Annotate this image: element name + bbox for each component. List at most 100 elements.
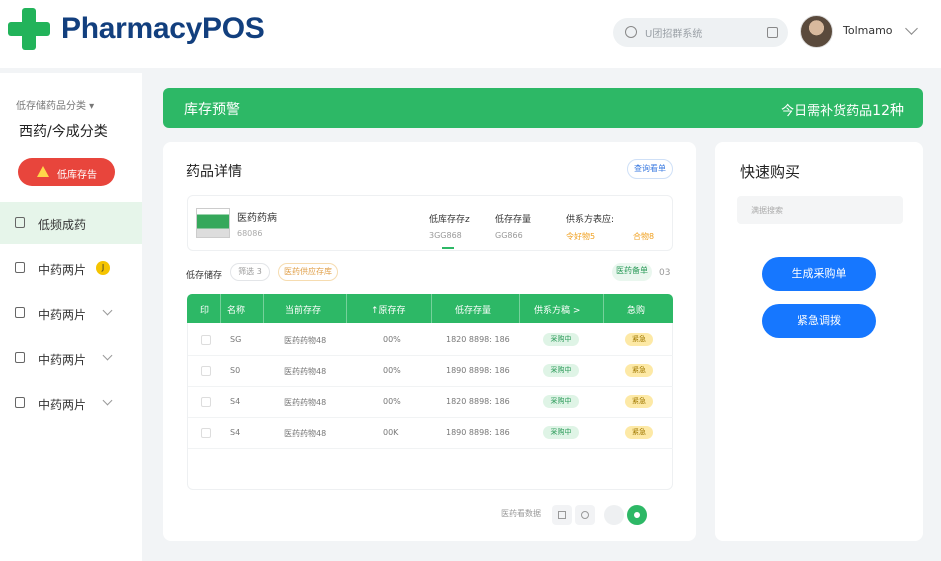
sidebar-item-label: 中药两片 xyxy=(38,398,87,412)
table-row[interactable]: S4 医药药物48 00% 1820 8898: 186 采购中 紧急 xyxy=(188,387,673,418)
filter-label: 低存储存 xyxy=(186,271,223,281)
restock-summary: 今日需补货药品12种 xyxy=(781,103,904,119)
search-placeholder[interactable]: U团招群系统 xyxy=(645,25,702,40)
table-row[interactable]: S0 医药药物48 00% 1890 8898: 186 采购中 紧急 xyxy=(188,356,673,387)
supplier-tag: 采购中 xyxy=(543,426,579,439)
notification-badge: J xyxy=(96,261,110,275)
next-page-button[interactable] xyxy=(650,505,670,525)
list-view-button[interactable] xyxy=(552,505,572,525)
row-checkbox[interactable] xyxy=(201,366,211,376)
emergency-transfer-button[interactable]: 紧急调拨 xyxy=(762,304,876,338)
clear-icon[interactable] xyxy=(767,27,778,38)
cell-current: 医药药物48 xyxy=(284,367,327,376)
calendar-icon xyxy=(15,217,25,228)
filter-count: 03 xyxy=(659,268,671,278)
urgent-tag: 紧急 xyxy=(625,364,653,377)
row-checkbox[interactable] xyxy=(201,428,211,438)
user-name[interactable]: Tolmamo xyxy=(843,24,893,37)
detail-col-value: 合物8 xyxy=(633,232,655,241)
cell-current: 医药药物48 xyxy=(284,429,327,438)
urgent-tag: 紧急 xyxy=(625,395,653,408)
detail-col-value: 令好物5 xyxy=(566,232,596,241)
create-purchase-order-button[interactable]: 生成采购单 xyxy=(762,257,876,291)
cell-low: 1820 8898: 186 xyxy=(446,335,510,344)
urgent-tag: 紧急 xyxy=(625,426,653,439)
cell-original: 00% xyxy=(383,335,401,344)
column-header[interactable]: 急购 xyxy=(627,303,645,316)
quick-purchase-title: 快速购买 xyxy=(740,163,801,181)
sidebar-item-5[interactable]: 中药两片 xyxy=(0,382,142,424)
column-header[interactable]: ↑原存存 xyxy=(371,303,406,316)
table-row[interactable]: SG 医药药物48 00% 1820 8898: 186 采购中 紧急 xyxy=(188,325,673,356)
supplier-tag: 采购中 xyxy=(543,333,579,346)
detail-col-head: 供系方表应: xyxy=(566,215,615,225)
list-icon xyxy=(15,397,25,408)
current-page-dot[interactable] xyxy=(627,505,647,525)
column-header[interactable]: 当前存存 xyxy=(285,303,321,316)
column-header[interactable]: 供系方稿 > xyxy=(534,303,580,316)
quick-purchase-card: 快速购买 满据搜索 生成采购单 紧急调拨 xyxy=(715,142,923,541)
detail-col-value: 3GG868 xyxy=(429,231,462,240)
drug-details-card: 药品详情 查询看单 医药药病 68086 低库存存z 3GG868 低存存量 G… xyxy=(163,142,696,541)
detail-col-head: 低库存存z xyxy=(429,215,470,225)
filter-pill[interactable]: 医药供应存库 xyxy=(278,263,338,281)
prev-page-button[interactable] xyxy=(604,505,624,525)
alert-button-label: 低库存告 xyxy=(57,170,97,181)
chevron-down-icon xyxy=(102,350,113,361)
chevron-down-icon[interactable] xyxy=(905,22,918,35)
order-filter-pill[interactable]: 医药备单 xyxy=(612,263,652,281)
cell-low: 1890 8898: 186 xyxy=(446,366,510,375)
search-box[interactable]: U团招群系统 xyxy=(613,18,788,47)
supplier-tag: 采购中 xyxy=(543,395,579,408)
row-checkbox[interactable] xyxy=(201,397,211,407)
low-stock-alert-button[interactable]: 低库存告 xyxy=(18,158,115,186)
top-bar: PharmacyPOS U团招群系统 Tolmamo xyxy=(0,0,941,68)
sidebar-item-label: 低频成药 xyxy=(38,218,87,232)
category-label[interactable]: 低存储药品分类 ▾ xyxy=(16,97,94,112)
sidebar-item-2[interactable]: 中药两片 J xyxy=(0,247,142,289)
chevron-down-icon xyxy=(102,395,113,406)
card-title: 药品详情 xyxy=(186,164,242,180)
cell-current: 医药药物48 xyxy=(284,336,327,345)
table-row[interactable]: S4 医药药物48 00K 1890 8898: 186 采购中 紧急 xyxy=(188,418,673,449)
cell-current: 医药药物48 xyxy=(284,398,327,407)
sidebar-item-1[interactable]: 低频成药 xyxy=(0,202,142,244)
detail-col-head: 低存存量 xyxy=(495,215,532,225)
cell-original: 00K xyxy=(383,428,399,437)
pagination-label: 医药看数据 xyxy=(501,509,541,518)
active-tab-indicator xyxy=(442,247,454,249)
drug-name: 医药药病 xyxy=(237,213,277,224)
cell-original: 00% xyxy=(383,366,401,375)
filter-pill[interactable]: 筛选 3 xyxy=(230,263,270,281)
sidebar-item-label: 中药两片 xyxy=(38,353,87,367)
chevron-down-icon xyxy=(102,305,113,316)
drug-package-image xyxy=(196,208,230,238)
drug-code: 68086 xyxy=(237,229,263,238)
cell-low: 1820 8898: 186 xyxy=(446,397,510,406)
drug-detail-panel: 医药药病 68086 低库存存z 3GG868 低存存量 GG866 供系方表应… xyxy=(187,195,673,251)
sidebar: 低存储药品分类 ▾ 西药/今成分类 低库存告 低频成药 中药两片 J 中药两片 … xyxy=(0,73,142,561)
sidebar-item-4[interactable]: 中药两片 xyxy=(0,337,142,379)
category-title: 西药/今成分类 xyxy=(19,124,108,140)
grid-icon xyxy=(15,307,25,318)
quick-search-input[interactable]: 满据搜索 xyxy=(737,196,903,224)
refresh-button[interactable] xyxy=(575,505,595,525)
cell-name: S0 xyxy=(230,366,241,375)
sidebar-item-3[interactable]: 中药两片 xyxy=(0,292,142,334)
column-header[interactable]: 印 xyxy=(200,303,209,316)
low-stock-table: 印 名称 当前存存 ↑原存存 低存存量 供系方稿 > 急购 SG 医药药物48 … xyxy=(187,294,673,490)
cell-name: S4 xyxy=(230,428,241,437)
stock-warning-banner: 库存预警 今日需补货药品12种 xyxy=(163,88,923,128)
column-header[interactable]: 低存存量 xyxy=(455,303,491,316)
cell-original: 00% xyxy=(383,397,401,406)
urgent-tag: 紧急 xyxy=(625,333,653,346)
view-orders-button[interactable]: 查询看单 xyxy=(627,159,673,179)
row-checkbox[interactable] xyxy=(201,335,211,345)
cell-name: SG xyxy=(230,335,242,344)
brand-name: PharmacyPOS xyxy=(61,12,265,45)
document-icon xyxy=(15,262,25,273)
column-header[interactable]: 名称 xyxy=(227,303,245,316)
supplier-tag: 采购中 xyxy=(543,364,579,377)
avatar[interactable] xyxy=(800,15,833,48)
cell-name: S4 xyxy=(230,397,241,406)
